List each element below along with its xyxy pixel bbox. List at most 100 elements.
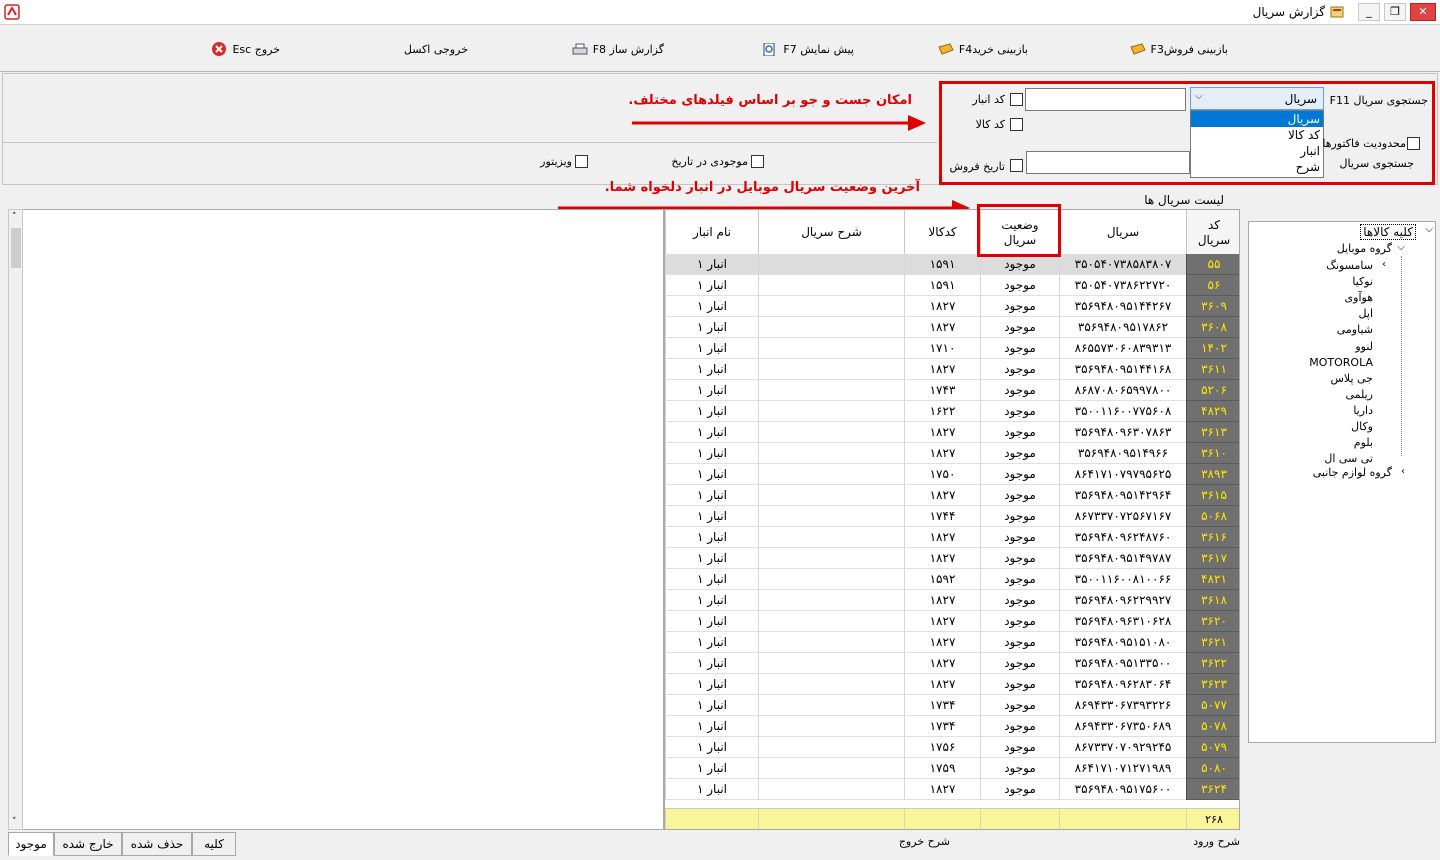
tab-available[interactable]: موجود bbox=[8, 832, 54, 856]
tab-deleted[interactable]: حذف شده bbox=[122, 832, 192, 856]
preview-button[interactable]: پیش نمایش F7 bbox=[762, 41, 854, 57]
tree-item[interactable]: اپل bbox=[1359, 307, 1373, 320]
cell-description bbox=[758, 485, 904, 506]
cell-description bbox=[758, 254, 904, 275]
dropdown-option[interactable]: شرح bbox=[1191, 159, 1323, 175]
table-row[interactable]: ۳۶۰۹ ۳۵۶۹۴۸۰۹۵۱۴۴۲۶۷ موجود ۱۸۲۷ انبار ۱ bbox=[665, 296, 1239, 317]
vertical-scrollbar[interactable]: ˄ ˅ bbox=[8, 209, 23, 830]
scroll-up-icon[interactable]: ˄ bbox=[12, 212, 17, 222]
cell-code: ۳۶۲۴ bbox=[1186, 779, 1239, 800]
tree-item[interactable]: هوآوی bbox=[1345, 291, 1373, 304]
table-row[interactable]: ۵۰۶۸ ۸۶۷۳۳۷۰۷۲۵۶۷۱۶۷ موجود ۱۷۴۴ انبار ۱ bbox=[665, 506, 1239, 527]
chevron-down-icon[interactable]: ⌵ bbox=[1195, 91, 1203, 102]
table-row[interactable]: ۳۶۱۳ ۳۵۶۹۴۸۰۹۶۳۰۷۸۶۳ موجود ۱۸۲۷ انبار ۱ bbox=[665, 422, 1239, 443]
sale-date-input[interactable] bbox=[1026, 151, 1190, 174]
tree-item[interactable]: وکال bbox=[1351, 420, 1373, 433]
tree-item[interactable]: نوکیا bbox=[1352, 275, 1373, 288]
table-row[interactable]: ۳۶۲۰ ۳۵۶۹۴۸۰۹۶۳۱۰۶۲۸ موجود ۱۸۲۷ انبار ۱ bbox=[665, 611, 1239, 632]
maximize-button[interactable]: ❐ bbox=[1384, 3, 1406, 21]
table-row[interactable]: ۴۸۲۹ ۳۵۰۰۱۱۶۰۰۷۷۵۶۰۸ موجود ۱۶۲۲ انبار ۱ bbox=[665, 401, 1239, 422]
table-row[interactable]: ۳۶۱۵ ۳۵۶۹۴۸۰۹۵۱۴۲۹۶۴ موجود ۱۸۲۷ انبار ۱ bbox=[665, 485, 1239, 506]
table-row[interactable]: ۳۸۹۳ ۸۶۴۱۷۱۰۷۹۷۹۵۶۲۵ موجود ۱۷۵۰ انبار ۱ bbox=[665, 464, 1239, 485]
table-row[interactable]: ۳۶۲۱ ۳۵۶۹۴۸۰۹۵۱۵۱۰۸۰ موجود ۱۸۲۷ انبار ۱ bbox=[665, 632, 1239, 653]
tree-item[interactable]: بلوم bbox=[1354, 436, 1373, 449]
cell-serial: ۳۵۶۹۴۸۰۹۶۲۲۹۹۲۷ bbox=[1059, 590, 1186, 611]
tree-item[interactable]: لنوو bbox=[1355, 340, 1373, 353]
sales-review-label: بازبینی فروشF3 bbox=[1150, 42, 1229, 56]
table-row[interactable]: ۵۲۰۶ ۸۶۸۷۰۸۰۶۵۹۹۷۸۰۰ موجود ۱۷۴۳ انبار ۱ bbox=[665, 380, 1239, 401]
dropdown-option[interactable]: انبار bbox=[1191, 143, 1323, 159]
col-header-serial[interactable]: سریال bbox=[1059, 210, 1186, 255]
table-row[interactable]: ۳۶۱۰ ۳۵۶۹۴۸۰۹۵۱۴۹۶۶ موجود ۱۸۲۷ انبار ۱ bbox=[665, 443, 1239, 464]
tree-item[interactable]: ریلمی bbox=[1345, 388, 1373, 401]
table-row[interactable]: ۳۶۱۱ ۳۵۶۹۴۸۰۹۵۱۴۴۱۶۸ موجود ۱۸۲۷ انبار ۱ bbox=[665, 359, 1239, 380]
tab-all[interactable]: کلیه bbox=[192, 832, 236, 856]
cell-code: ۳۶۱۸ bbox=[1186, 590, 1239, 611]
printer-icon bbox=[572, 43, 588, 54]
col-header-description[interactable]: شرح سریال bbox=[758, 210, 904, 255]
dropdown-option[interactable]: کد کالا bbox=[1191, 127, 1323, 143]
exit-desc-label: شرح خروج bbox=[898, 835, 950, 848]
col-header-status[interactable]: وضعیت سریال bbox=[980, 210, 1059, 255]
table-row[interactable]: ۳۶۲۳ ۳۵۶۹۴۸۰۹۶۲۸۳۰۶۴ موجود ۱۸۲۷ انبار ۱ bbox=[665, 674, 1239, 695]
table-row[interactable]: ۵۰۷۷ ۸۶۹۴۳۳۰۶۷۳۹۳۲۲۶ موجود ۱۷۳۴ انبار ۱ bbox=[665, 695, 1239, 716]
table-row[interactable]: ۳۶۰۸ ۳۵۶۹۴۸۰۹۵۱۷۸۶۲ موجود ۱۸۲۷ انبار ۱ bbox=[665, 317, 1239, 338]
cell-description bbox=[758, 506, 904, 527]
exit-button[interactable]: خروج Esc bbox=[211, 41, 280, 57]
cell-product-code: ۱۸۲۷ bbox=[904, 422, 980, 443]
close-button[interactable]: ✕ bbox=[1410, 3, 1436, 21]
tab-exited[interactable]: خارج شده bbox=[54, 832, 122, 856]
chevron-right-icon[interactable]: › bbox=[1401, 466, 1405, 477]
table-row[interactable]: ۵۰۷۸ ۸۶۹۴۳۳۰۶۷۳۵۰۶۸۹ موجود ۱۷۳۴ انبار ۱ bbox=[665, 716, 1239, 737]
dropdown-option[interactable]: سریال bbox=[1191, 111, 1323, 127]
warehouse-code-checkbox[interactable] bbox=[1010, 93, 1023, 106]
cell-product-code: ۱۸۲۷ bbox=[904, 590, 980, 611]
table-row[interactable]: ۳۶۱۷ ۳۵۶۹۴۸۰۹۵۱۴۹۷۸۷ موجود ۱۸۲۷ انبار ۱ bbox=[665, 548, 1239, 569]
col-header-code[interactable]: کد سریال bbox=[1186, 210, 1239, 255]
cell-warehouse: انبار ۱ bbox=[665, 653, 758, 674]
tree-item[interactable]: تی سی ال bbox=[1324, 452, 1373, 465]
cell-description bbox=[758, 275, 904, 296]
invoice-limit-checkbox[interactable] bbox=[1407, 137, 1420, 150]
table-row[interactable]: ۳۶۲۴ ۳۵۶۹۴۸۰۹۵۱۷۵۶۰۰ موجود ۱۸۲۷ انبار ۱ bbox=[665, 779, 1239, 800]
tree-item[interactable]: سامسونگ bbox=[1326, 259, 1373, 272]
sales-review-button[interactable]: بازبینی فروشF3 bbox=[1129, 41, 1229, 57]
table-row[interactable]: ۱۴۰۲ ۸۶۵۵۷۳۰۶۰۸۳۹۳۱۳ موجود ۱۷۱۰ انبار ۱ bbox=[665, 338, 1239, 359]
stock-on-date-checkbox[interactable] bbox=[751, 155, 764, 168]
table-row[interactable]: ۳۶۱۶ ۳۵۶۹۴۸۰۹۶۲۴۸۷۶۰ موجود ۱۸۲۷ انبار ۱ bbox=[665, 527, 1239, 548]
exit-icon bbox=[212, 42, 227, 56]
chevron-down-icon[interactable]: ⌵ bbox=[1397, 242, 1405, 253]
warehouse-code-input[interactable] bbox=[1025, 88, 1186, 111]
cell-code: ۳۶۱۱ bbox=[1186, 359, 1239, 380]
tree-item[interactable]: شیاومی bbox=[1337, 323, 1373, 336]
scrollbar-thumb[interactable] bbox=[11, 228, 21, 268]
cell-product-code: ۱۸۲۷ bbox=[904, 359, 980, 380]
chevron-right-icon[interactable]: › bbox=[1382, 259, 1386, 270]
tree-item[interactable]: MOTOROLA bbox=[1309, 356, 1373, 369]
table-row[interactable]: ۵۶ ۳۵۰۵۴۰۷۳۸۶۲۲۷۲۰ موجود ۱۵۹۱ انبار ۱ bbox=[665, 275, 1239, 296]
product-code-checkbox[interactable] bbox=[1010, 118, 1023, 131]
table-row[interactable]: ۴۸۲۱ ۳۵۰۰۱۱۶۰۰۸۱۰۰۶۶ موجود ۱۵۹۲ انبار ۱ bbox=[665, 569, 1239, 590]
minimize-button[interactable]: _ bbox=[1358, 3, 1380, 21]
col-header-product-code[interactable]: کدکالا bbox=[904, 210, 980, 255]
table-row[interactable]: ۳۶۲۲ ۳۵۶۹۴۸۰۹۵۱۳۳۵۰۰ موجود ۱۸۲۷ انبار ۱ bbox=[665, 653, 1239, 674]
search-field-select[interactable]: سریال ⌵ bbox=[1190, 87, 1324, 110]
report-builder-button[interactable]: گزارش ساز F8 bbox=[572, 41, 664, 57]
tree-item[interactable]: جی پلاس bbox=[1330, 372, 1373, 385]
table-row[interactable]: ۳۶۱۸ ۳۵۶۹۴۸۰۹۶۲۲۹۹۲۷ موجود ۱۸۲۷ انبار ۱ bbox=[665, 590, 1239, 611]
table-row[interactable]: ۵۰۷۹ ۸۶۷۳۳۷۰۷۰۹۲۹۲۴۵ موجود ۱۷۵۶ انبار ۱ bbox=[665, 737, 1239, 758]
tree-item[interactable]: داریا bbox=[1353, 404, 1373, 417]
table-row[interactable]: ۵۵ ۳۵۰۵۴۰۷۳۸۵۸۳۸۰۷ موجود ۱۵۹۱ انبار ۱ bbox=[665, 254, 1239, 275]
wizard-checkbox[interactable] bbox=[575, 155, 588, 168]
excel-export-button[interactable]: خروجی اکسل bbox=[404, 41, 468, 57]
sale-date-checkbox[interactable] bbox=[1010, 159, 1023, 172]
col-header-warehouse[interactable]: نام انبار bbox=[665, 210, 758, 255]
purchase-review-button[interactable]: بازبینی خریدF4 bbox=[938, 41, 1028, 57]
table-row[interactable]: ۵۰۸۰ ۸۶۴۱۷۱۰۷۱۲۷۱۹۸۹ موجود ۱۷۵۹ انبار ۱ bbox=[665, 758, 1239, 779]
cell-description bbox=[758, 338, 904, 359]
tree-group-accessories[interactable]: گروه لوازم جانبی bbox=[1313, 466, 1392, 479]
cell-code: ۵۵ bbox=[1186, 254, 1239, 275]
cell-product-code: ۱۵۹۱ bbox=[904, 254, 980, 275]
scroll-down-icon[interactable]: ˅ bbox=[12, 817, 17, 827]
tree-group-mobile[interactable]: گروه موبایل bbox=[1337, 242, 1392, 255]
